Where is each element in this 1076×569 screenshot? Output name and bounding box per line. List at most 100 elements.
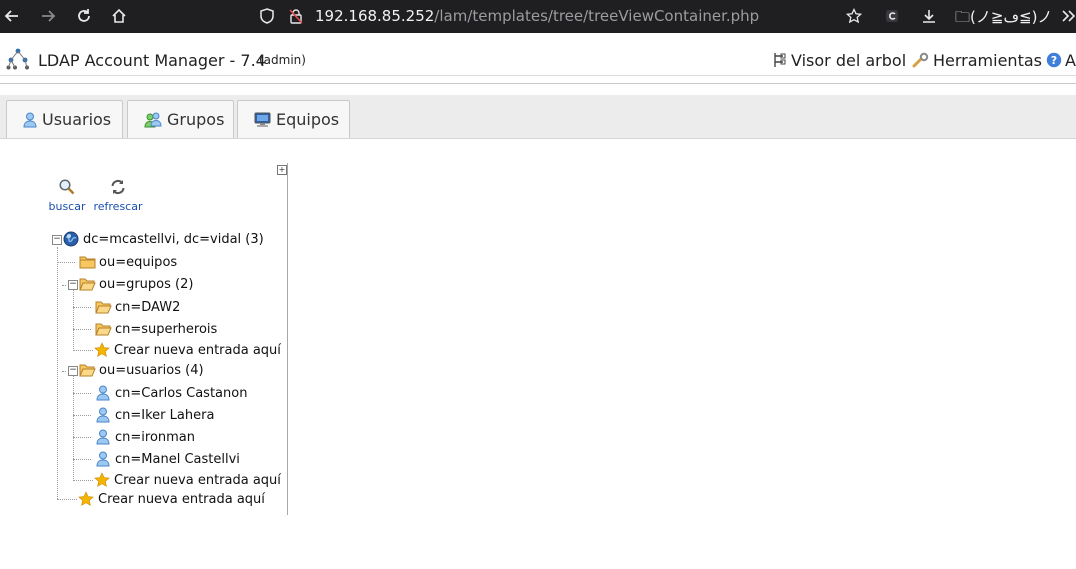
- tree-node-user[interactable]: cn=ironman: [94, 429, 195, 445]
- tree-node-user[interactable]: cn=Manel Castellvi: [94, 451, 240, 467]
- tree-node-user[interactable]: cn=Iker Lahera: [94, 407, 214, 423]
- tree-node-label: cn=ironman: [115, 429, 196, 445]
- logged-user: (admin): [259, 53, 306, 67]
- user-icon: [94, 429, 112, 445]
- tree-node-label: dc=mcastellvi, dc=vidal (3): [83, 231, 264, 247]
- tree-node-ou-equipos[interactable]: ou=equipos: [78, 254, 177, 270]
- tree-node-root[interactable]: dc=mcastellvi, dc=vidal (3): [62, 231, 264, 247]
- collapse-toggle-usuarios[interactable]: −: [68, 366, 78, 376]
- expand-all-toggle[interactable]: +: [277, 165, 287, 175]
- tree-node-label: ou=equipos: [99, 254, 178, 270]
- tools-label: Herramientas: [933, 51, 1042, 70]
- tree-line: [73, 437, 91, 438]
- folder-open-icon: [78, 276, 96, 292]
- tree-node-user[interactable]: cn=Carlos Castanon: [94, 385, 247, 401]
- magnifier-icon: [46, 178, 88, 200]
- computer-icon: [254, 112, 271, 128]
- folder-icon: [78, 254, 96, 270]
- tab-users[interactable]: Usuarios: [6, 100, 123, 138]
- tree-view-link[interactable]: Visor del arbol: [772, 51, 906, 72]
- tab-groups-label: Grupos: [167, 110, 225, 129]
- tree-node-cn-daw2[interactable]: cn=DAW2: [94, 299, 180, 315]
- refresh-label: refrescar: [93, 200, 143, 213]
- folder-open-icon: [78, 362, 96, 378]
- tools-link[interactable]: Herramientas: [912, 51, 1042, 72]
- group-icon: [144, 112, 162, 128]
- user-icon: [94, 451, 112, 467]
- tree-line: [73, 329, 91, 330]
- module-tabs: Usuarios Grupos Equipos: [0, 95, 1076, 139]
- tree-line: [62, 285, 66, 286]
- tree-line: [73, 459, 91, 460]
- tree-line: [73, 480, 93, 481]
- download-icon[interactable]: [917, 4, 941, 28]
- browser-toolbar: 192.168.85.252/lam/templates/tree/treeVi…: [0, 0, 1076, 33]
- svg-text:?: ?: [1051, 54, 1057, 67]
- refresh-icon: [92, 178, 144, 200]
- create-entry-usuarios[interactable]: Crear nueva entrada aquí: [93, 472, 281, 488]
- tree-node-cn-superherois[interactable]: cn=superherois: [94, 321, 217, 337]
- collapse-toggle-grupos[interactable]: −: [68, 280, 78, 290]
- star-icon: [93, 472, 111, 488]
- tree-line: [57, 247, 58, 499]
- insecure-lock-icon[interactable]: [284, 4, 308, 28]
- tree-line: [62, 371, 66, 372]
- user-icon: [94, 385, 112, 401]
- tree-line: [73, 350, 93, 351]
- search-tool[interactable]: buscar: [46, 178, 88, 213]
- tab-groups[interactable]: Grupos: [127, 100, 234, 138]
- create-entry-grupos[interactable]: Crear nueva entrada aquí: [93, 342, 281, 358]
- address-bar[interactable]: 192.168.85.252/lam/templates/tree/treeVi…: [315, 7, 759, 25]
- help-icon: ?: [1046, 52, 1062, 72]
- tree-line: [57, 262, 75, 263]
- tree-node-label: Crear nueva entrada aquí: [114, 342, 281, 358]
- tree-line: [73, 393, 91, 394]
- tree-line: [73, 415, 91, 416]
- collapse-toggle-root[interactable]: −: [52, 235, 62, 245]
- tree-line: [73, 307, 91, 308]
- tree-node-label: cn=Iker Lahera: [115, 407, 215, 423]
- bookmark-folder[interactable]: 🗀(ノ≧ڡ≦)ノ: [955, 6, 1052, 32]
- tree-node-label: cn=superherois: [115, 321, 218, 337]
- tree-node-label: cn=Carlos Castanon: [115, 385, 248, 401]
- overflow-chevron-icon[interactable]: [1056, 4, 1076, 28]
- tab-users-label: Usuarios: [42, 110, 112, 129]
- lam-logo-icon: [6, 48, 30, 74]
- shield-icon[interactable]: [255, 4, 279, 28]
- tree-node-ou-grupos[interactable]: ou=grupos (2): [78, 276, 193, 292]
- tree-node-label: cn=DAW2: [115, 299, 181, 315]
- forward-icon[interactable]: [36, 4, 60, 28]
- back-icon[interactable]: [0, 4, 24, 28]
- bookmark-label: (ノ≧ڡ≦)ノ: [970, 8, 1053, 26]
- tab-hosts-label: Equipos: [276, 110, 340, 129]
- search-label: buscar: [48, 200, 86, 213]
- url-path: /lam/templates/tree/treeViewContainer.ph…: [434, 7, 760, 25]
- folder-open-icon: [94, 299, 112, 315]
- globe-icon: [62, 231, 80, 247]
- star-icon: [93, 342, 111, 358]
- tree-node-label: cn=Manel Castellvi: [115, 451, 240, 467]
- tree-node-label: ou=grupos (2): [99, 276, 194, 292]
- extension-icon[interactable]: [880, 4, 904, 28]
- tree-line: [73, 376, 74, 481]
- tree-view-label: Visor del arbol: [791, 51, 907, 70]
- refresh-tool[interactable]: refrescar: [92, 178, 144, 213]
- tree-node-label: Crear nueva entrada aquí: [98, 491, 265, 507]
- tree-node-label: ou=usuarios (4): [99, 362, 204, 378]
- folder-icon: 🗀: [955, 8, 971, 26]
- reload-icon[interactable]: [72, 4, 96, 28]
- about-label: A: [1065, 51, 1076, 70]
- home-icon[interactable]: [107, 4, 131, 28]
- tab-hosts[interactable]: Equipos: [237, 100, 350, 138]
- app-header: LDAP Account Manager - 7.4 (admin) Visor…: [0, 41, 1076, 84]
- create-entry-root[interactable]: Crear nueva entrada aquí: [77, 491, 265, 507]
- user-icon: [23, 112, 37, 128]
- tree-node-label: Crear nueva entrada aquí: [114, 472, 281, 488]
- star-icon[interactable]: [842, 4, 866, 28]
- folder-open-icon: [94, 321, 112, 337]
- app-title: LDAP Account Manager - 7.4: [38, 51, 266, 70]
- about-link[interactable]: ? A: [1046, 51, 1076, 72]
- tree-frame-divider[interactable]: [287, 163, 288, 515]
- user-icon: [94, 407, 112, 423]
- tree-node-ou-usuarios[interactable]: ou=usuarios (4): [78, 362, 204, 378]
